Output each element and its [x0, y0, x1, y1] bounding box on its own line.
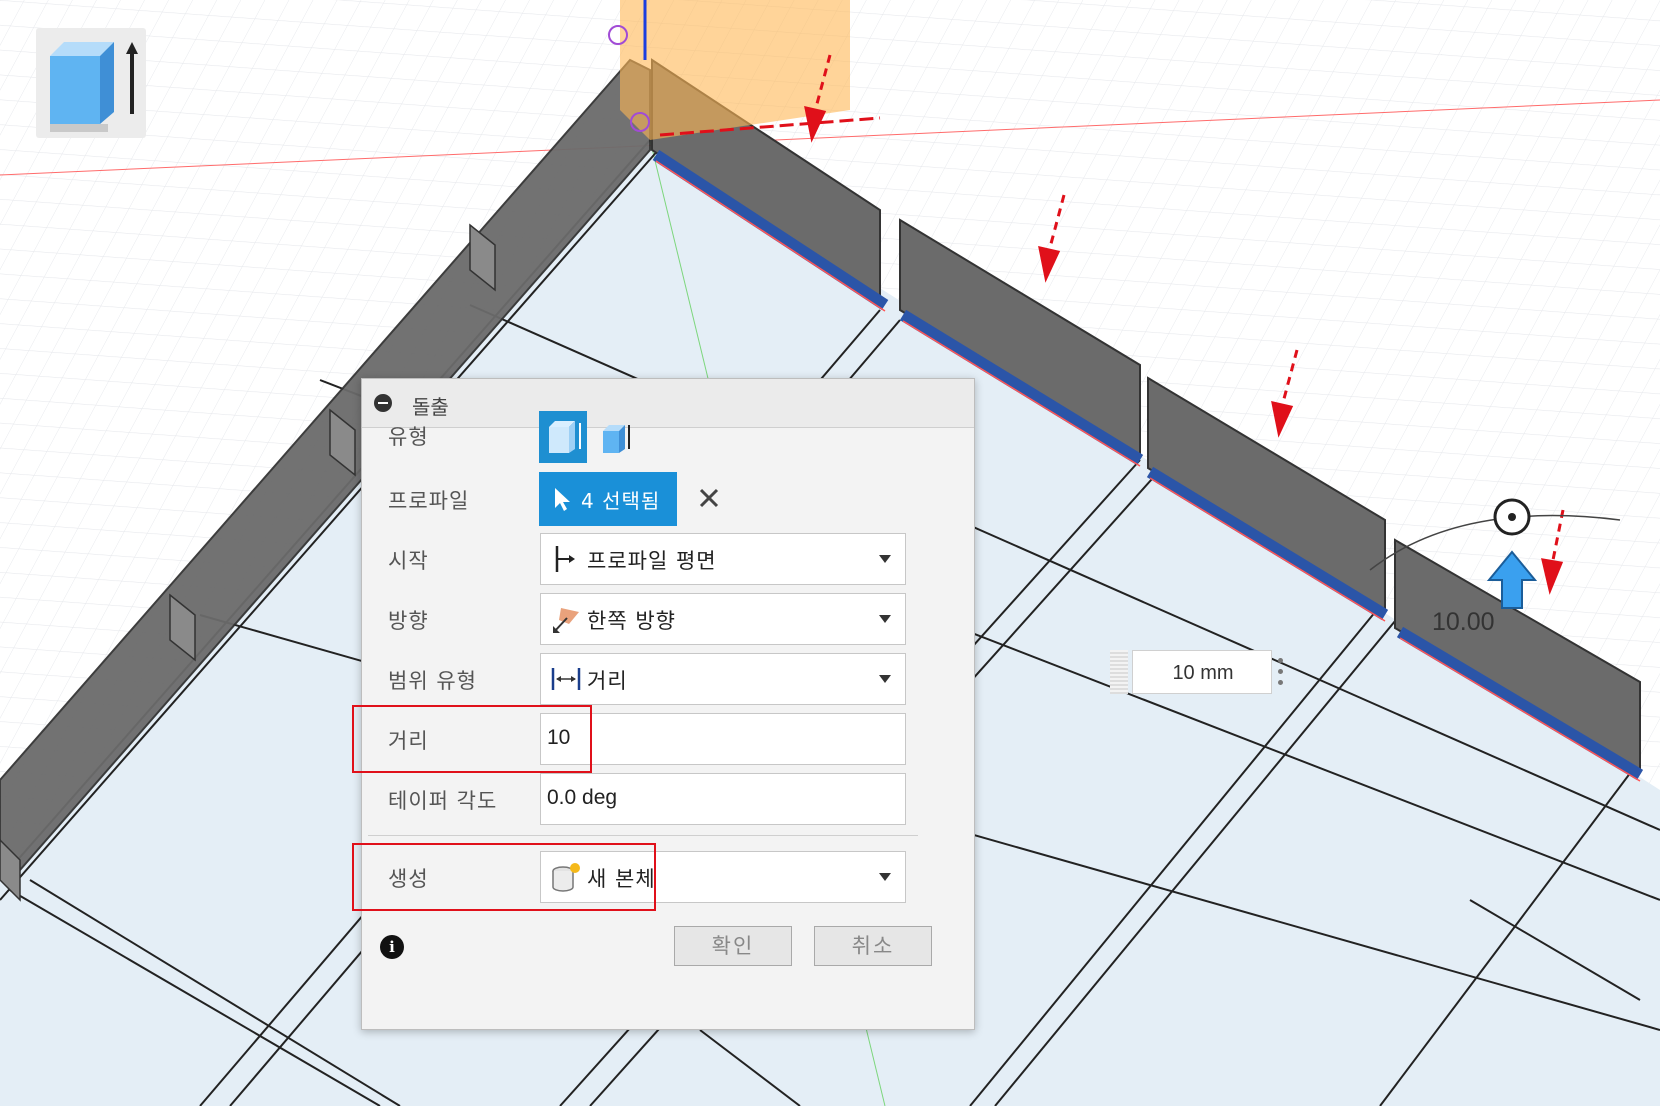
extent-type-value: 거리: [587, 669, 628, 693]
extrude-dialog: 돌출 유형 프로파일 4 선택됨 시작 프로파일 평면 방향 한쪽 방향 범위 …: [352, 378, 975, 1030]
operation-highlight: [352, 843, 656, 911]
chevron-down-icon: [879, 675, 891, 683]
ok-button[interactable]: 확인: [674, 926, 792, 966]
select-cursor-icon: [555, 488, 570, 511]
profile-label: 프로파일: [388, 489, 470, 513]
start-label: 시작: [388, 549, 429, 573]
overlay-menu-icon[interactable]: [1278, 658, 1286, 688]
drag-grip[interactable]: [1110, 650, 1128, 694]
extrude-tool-badge: [36, 28, 146, 138]
two-side-icon[interactable]: [599, 419, 633, 457]
collapse-icon[interactable]: [374, 394, 392, 412]
direction-dropdown[interactable]: 한쪽 방향: [540, 593, 906, 645]
distance-input[interactable]: 10: [540, 713, 906, 765]
taper-angle-input[interactable]: 0.0 deg: [540, 773, 906, 825]
distance-input-overlay[interactable]: 10 mm: [1110, 650, 1304, 694]
divider: [368, 835, 918, 836]
direction-value: 한쪽 방향: [587, 609, 676, 633]
direction-label: 방향: [388, 609, 429, 633]
start-value: 프로파일 평면: [587, 549, 717, 573]
extent-type-label: 범위 유형: [388, 669, 477, 693]
taper-angle-value[interactable]: 0.0 deg: [547, 786, 617, 810]
profile-selection-button[interactable]: 4 선택됨: [539, 472, 677, 526]
profile-plane-icon: [555, 546, 575, 572]
dialog-header[interactable]: 돌출: [362, 379, 974, 428]
distance-readout: 10.00: [1432, 608, 1495, 636]
clear-icon[interactable]: [696, 485, 722, 511]
distance-icon: [551, 668, 581, 690]
type-label: 유형: [388, 425, 429, 449]
one-side-type-button[interactable]: [539, 411, 587, 463]
cancel-button[interactable]: 취소: [814, 926, 932, 966]
one-direction-icon: [553, 608, 579, 633]
dialog-title: 돌출: [412, 395, 449, 419]
chevron-down-icon: [879, 615, 891, 623]
distance-highlight: [352, 705, 592, 773]
info-icon[interactable]: i: [380, 935, 404, 959]
taper-angle-label: 테이퍼 각도: [388, 789, 498, 813]
chevron-down-icon: [879, 555, 891, 563]
start-dropdown[interactable]: 프로파일 평면: [540, 533, 906, 585]
distance-overlay-value[interactable]: 10 mm: [1133, 662, 1273, 685]
rotation-handle-icon[interactable]: [1493, 498, 1531, 536]
extent-type-dropdown[interactable]: 거리: [540, 653, 906, 705]
profile-selection-label: 4 선택됨: [581, 489, 661, 513]
chevron-down-icon: [879, 873, 891, 881]
one-side-icon: [549, 421, 581, 453]
distance-overlay-field[interactable]: 10 mm: [1132, 650, 1272, 694]
extrude-icon: [50, 42, 138, 132]
